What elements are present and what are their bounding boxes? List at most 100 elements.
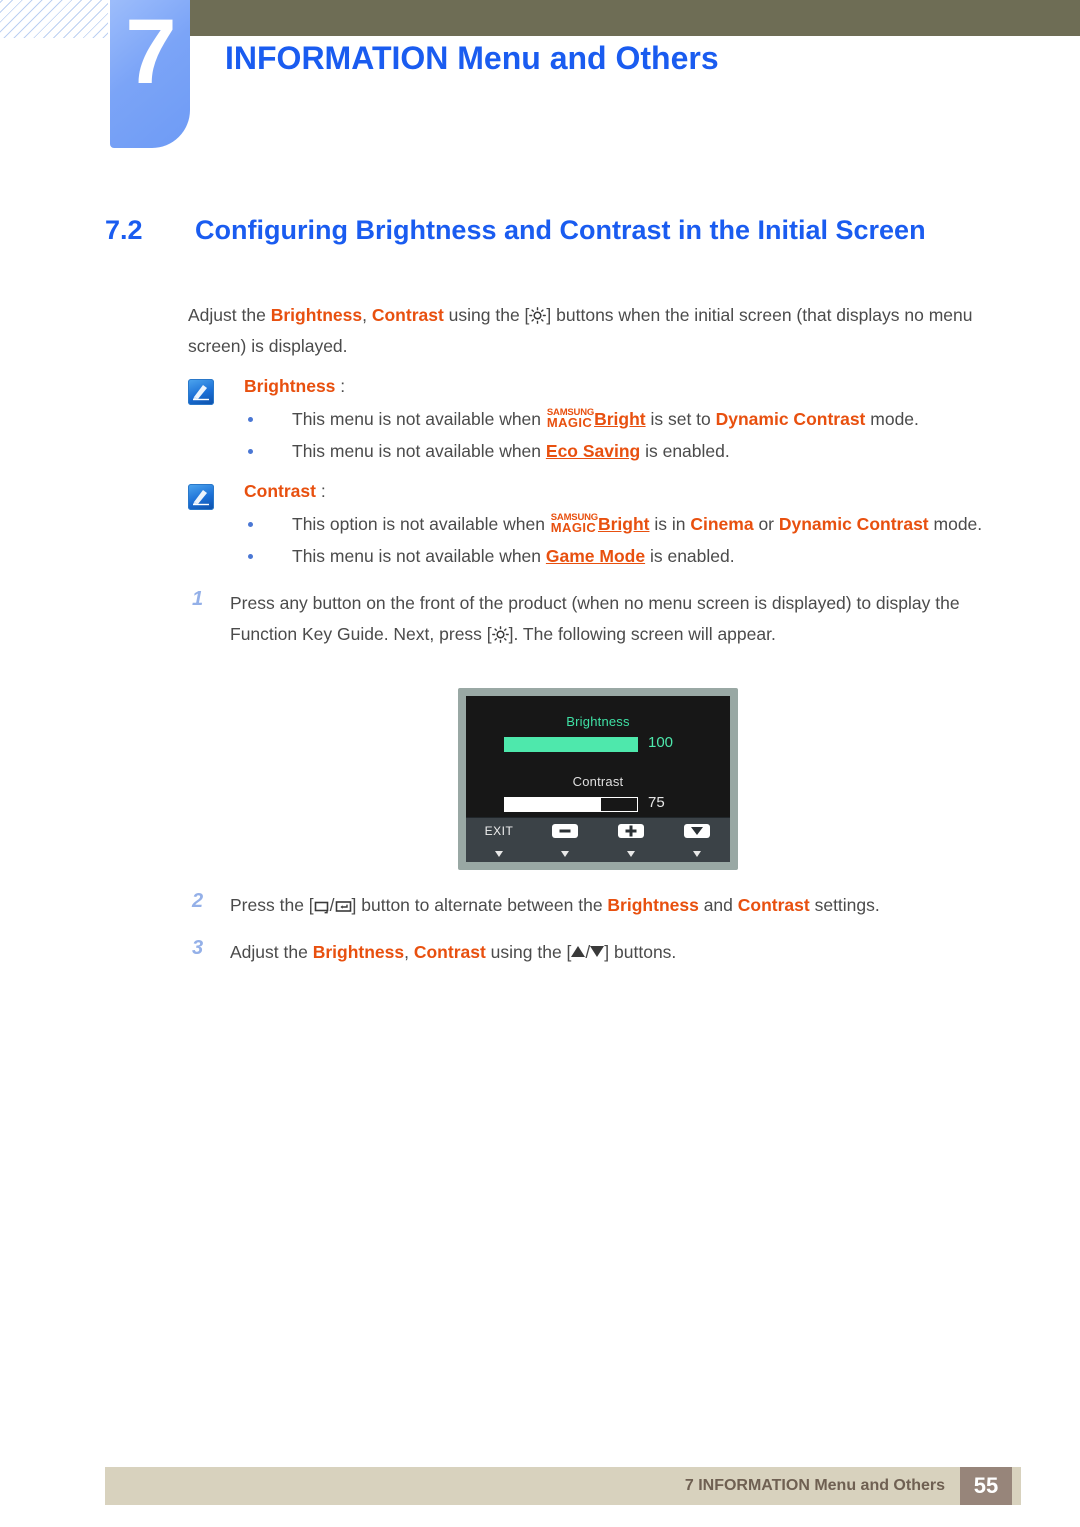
intro-brightness-term: Brightness [270,305,363,325]
step-1-text: Press any button on the front of the pro… [230,588,1008,650]
chapter-title: INFORMATION Menu and Others [225,40,719,76]
osd-contrast-bar-fill [505,798,602,811]
osd-exit-key[interactable]: EXIT [466,822,532,840]
bullet-text-2: is enabled. [640,441,730,461]
steps-after-image: 2 Press the [/] button to alternate betw… [188,890,1008,968]
note-brightness-bullets: This menu is not available when SAMSUNG M… [244,403,1008,467]
osd-down-key[interactable] [664,822,730,840]
bullet-text-1: This menu is not available when [292,409,546,429]
plus-icon [618,823,644,838]
step-3-text-part-1: Adjust the [230,942,313,962]
brand-magic: MAGIC [546,415,593,430]
step-1: 1 Press any button on the front of the p… [188,588,1008,650]
section-number: 7.2 [105,215,143,245]
osd-key-indicator [532,844,598,862]
note-brightness: Brightness : This menu is not available … [188,376,1008,467]
enter-button-icon [335,900,352,914]
samsung-magic-logo: SAMSUNG MAGIC [546,407,594,430]
bullet-text-2: is set to [645,409,716,429]
step-2-text-part-4: settings. [809,895,880,915]
triangle-down-icon [561,851,569,857]
triangle-down-icon [495,851,503,857]
brand-bright-word: Bright [597,514,650,534]
intro-text-2: , [362,305,372,325]
osd-brightness-value: 100 [648,734,674,751]
step-3-text: Adjust the Brightness, Contrast using th… [230,937,1008,968]
note-contrast-colon: : [315,481,326,501]
chevron-down-icon [684,823,710,838]
step-2-text-part-2: ] button to alternate between the [351,895,608,915]
brand-bright-word: Bright [594,409,646,429]
note-brightness-term: Brightness [244,376,336,396]
osd-panel: Brightness 100 Contrast 75 EXIT [466,696,730,862]
step-2-text: Press the [/] button to alternate betwee… [230,890,1008,921]
osd-brightness-bar[interactable] [504,737,638,752]
bullet-highlight-underlined: Eco Saving [545,441,641,461]
osd-key-row: EXIT [466,822,730,840]
note-contrast-title: Contrast : [244,481,1008,502]
bullet-text-1: This menu is not available when [292,546,546,566]
step-3-brightness-term: Brightness [312,942,405,962]
note-brightness-colon: : [335,376,346,396]
intro-paragraph: Adjust the Brightness, Contrast using th… [188,300,1008,362]
note-pen-icon [188,484,214,510]
step-3-text-part-2: , [404,942,414,962]
step-3-text-part-4: ] buttons. [604,942,677,962]
page-number: 55 [960,1467,1012,1505]
triangle-down-icon [590,946,605,957]
footer-chapter-label: 7 INFORMATION Menu and Others [684,1477,945,1494]
osd-key-indicator [598,844,664,862]
bullet-text-3: mode. [865,409,919,429]
note-pen-icon [188,379,214,405]
osd-exit-label: EXIT [484,824,514,838]
bullet-text-2: is in [649,514,691,534]
note-contrast-term: Contrast [244,481,316,501]
bullet-highlight-underlined: Game Mode [545,546,646,566]
step-2-number: 2 [192,890,204,912]
bullet-text-1: This menu is not available when [292,441,546,461]
bullet-item: This option is not available when SAMSUN… [244,508,1008,540]
section-heading: 7.2 Configuring Brightness and Contrast i… [105,215,926,246]
content-column: Adjust the Brightness, Contrast using th… [188,300,1008,650]
osd-function-key-guide: EXIT [466,817,730,862]
note-brightness-title: Brightness : [244,376,1008,397]
bullet-item: This menu is not available when Game Mod… [244,540,1008,572]
osd-contrast-value: 75 [648,794,665,811]
osd-contrast-label: Contrast [572,774,624,789]
osd-contrast-bar[interactable] [504,797,638,812]
step-2-text-part-1: Press the [ [230,895,314,915]
chapter-number: 7 [125,1,176,103]
minus-icon [552,823,578,838]
bullet-highlight-dynamic-contrast: Dynamic Contrast [778,514,929,534]
bullet-item: This menu is not available when Eco Savi… [244,435,1008,467]
header-olive-bar [190,0,1080,36]
bullet-text-3: or [753,514,779,534]
intro-text-1: Adjust the [188,305,271,325]
step-2: 2 Press the [/] button to alternate betw… [188,890,1008,921]
step-3-contrast-term: Contrast [413,942,486,962]
step-2-brightness-term: Brightness [607,895,699,915]
header-stripe-pattern [0,0,108,38]
brightness-sun-icon [529,307,547,324]
step-3-number: 3 [192,937,204,959]
note-contrast: Contrast : This option is not available … [188,481,1008,572]
samsung-magic-logo: SAMSUNG MAGIC [550,512,598,535]
brightness-sun-icon [491,626,509,643]
step-1-text-part-2: ]. The following screen will appear. [508,624,776,644]
step-1-number: 1 [192,588,204,610]
step-3-text-part-3: using the [ [485,942,572,962]
osd-plus-key[interactable] [598,822,664,840]
brand-magic: MAGIC [550,520,597,535]
bullet-highlight: Dynamic Contrast [715,409,866,429]
bullet-text-4: mode. [928,514,983,534]
osd-minus-key[interactable] [532,822,598,840]
triangle-up-icon [571,946,586,957]
bullet-text-1: This option is not available when [292,514,550,534]
section-title: Configuring Brightness and Contrast in t… [195,215,926,245]
intro-text-3: using the [ [443,305,530,325]
triangle-down-icon [693,851,701,857]
step-2-contrast-term: Contrast [737,895,810,915]
osd-brightness-label: Brightness [566,714,630,729]
osd-key-indicator-row [466,844,730,862]
osd-key-indicator [664,844,730,862]
